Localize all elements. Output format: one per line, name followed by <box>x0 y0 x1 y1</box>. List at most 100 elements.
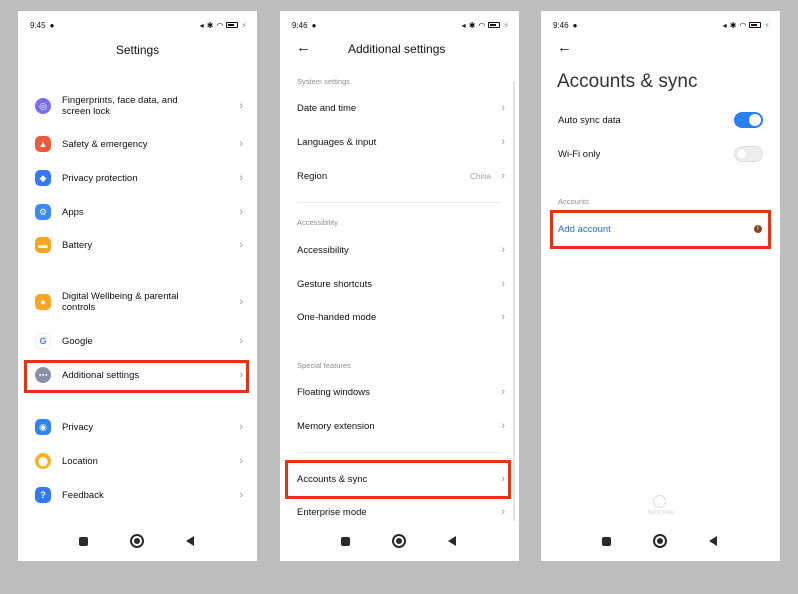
signal-icon: ◂ <box>722 20 727 30</box>
apps-icon: ⚙ <box>35 204 51 220</box>
settings-item-apps[interactable]: ⚙ Apps › <box>18 204 257 220</box>
page-title: Settings <box>115 43 160 57</box>
settings-item-google[interactable]: G Google › <box>18 333 257 349</box>
chevron-right-icon: › <box>501 386 505 398</box>
bluetooth-icon: ✱ <box>206 20 214 30</box>
chevron-right-icon: › <box>239 138 243 150</box>
settings-item-label: Safety & emergency <box>62 138 148 150</box>
settings-item-feedback[interactable]: ? Feedback › <box>18 487 257 503</box>
settings-item-fingerprints[interactable]: ◎ Fingerprints, face data, and screen lo… <box>18 94 257 118</box>
back-arrow-icon[interactable]: ← <box>557 39 572 56</box>
settings-item-label: Gesture shortcuts <box>297 279 372 290</box>
page-title: Accounts & sync <box>557 71 698 92</box>
navigation-bar <box>541 533 780 549</box>
chevron-right-icon: › <box>501 506 505 518</box>
settings-item-label: Google <box>62 335 93 347</box>
settings-item-floating-windows[interactable]: Floating windows <box>297 387 519 398</box>
settings-item-accessibility[interactable]: Accessibility <box>297 245 519 256</box>
chevron-right-icon: › <box>239 100 243 112</box>
settings-item-label: Languages & input <box>297 137 377 148</box>
highlight-box <box>285 460 511 499</box>
signal-icon: ◂ <box>461 20 466 30</box>
chevron-right-icon: › <box>501 278 505 290</box>
settings-item-privacy-protection[interactable]: ◆ Privacy protection › <box>18 170 257 186</box>
chevron-right-icon: › <box>239 489 243 501</box>
status-bar: 9:45 ● ◂ ✱ ◠ ⚡ <box>30 19 247 31</box>
settings-item-privacy[interactable]: ◉ Privacy › <box>18 419 257 435</box>
section-header-system: System settings <box>297 77 350 86</box>
location-icon: ⬤ <box>35 453 51 469</box>
settings-item-label: Battery <box>62 239 93 251</box>
recents-button[interactable] <box>79 537 88 546</box>
home-button[interactable] <box>392 534 406 548</box>
charging-icon: ⚡ <box>241 20 247 30</box>
section-header-special: Special features <box>297 361 351 370</box>
chevron-right-icon: › <box>501 136 505 148</box>
wifi-icon: ◠ <box>739 20 747 30</box>
home-button[interactable] <box>653 534 667 548</box>
settings-item-label: Privacy protection <box>62 172 138 184</box>
auto-sync-toggle[interactable] <box>734 112 763 128</box>
chevron-right-icon: › <box>501 170 505 182</box>
signal-icon: ◂ <box>199 20 204 30</box>
settings-item-one-handed[interactable]: One-handed mode <box>297 312 519 323</box>
settings-item-label: Floating windows <box>297 387 370 398</box>
settings-item-label: Region <box>297 171 328 182</box>
home-button[interactable] <box>130 534 144 548</box>
notification-icon: ● <box>49 20 55 30</box>
settings-item-enterprise-mode[interactable]: Enterprise mode <box>297 507 519 518</box>
settings-item-label: Apps <box>62 206 84 218</box>
status-bar: 9:46 ● ◂ ✱ ◠ ⚡ <box>292 19 509 31</box>
chevron-right-icon: › <box>501 311 505 323</box>
settings-item-label: Memory extension <box>297 421 375 432</box>
battery-status-icon <box>488 22 501 28</box>
chevron-right-icon: › <box>501 244 505 256</box>
back-nav-button[interactable] <box>448 536 456 546</box>
fingerprint-icon: ◎ <box>35 98 51 114</box>
accounts-sync-screen: 9:46 ● ◂ ✱ ◠ ⚡ ← Accounts & sync Auto sync d… <box>541 11 780 561</box>
status-time: 9:46 <box>553 20 569 30</box>
eye-icon: ◉ <box>35 419 51 435</box>
back-nav-button[interactable] <box>186 536 194 546</box>
settings-item-battery[interactable]: ▬ Battery › <box>18 237 257 253</box>
safety-icon: ▲ <box>35 136 51 152</box>
wifi-icon: ◠ <box>478 20 486 30</box>
wifi-only-toggle[interactable] <box>734 146 763 162</box>
chevron-right-icon: › <box>239 296 243 308</box>
chevron-right-icon: › <box>239 335 243 347</box>
region-value: China <box>470 172 491 181</box>
notification-icon: ● <box>311 20 317 30</box>
navigation-bar <box>18 533 257 549</box>
page-title: Additional settings <box>348 42 446 56</box>
settings-item-gestures[interactable]: Gesture shortcuts <box>297 279 519 290</box>
settings-item-languages[interactable]: Languages & input <box>297 137 519 148</box>
chevron-right-icon: › <box>239 421 243 433</box>
sync-now-label[interactable]: Sync now <box>541 510 780 516</box>
settings-item-digital-wellbeing[interactable]: ● Digital Wellbeing & parental controls … <box>18 290 257 314</box>
settings-item-label: Feedback <box>62 489 104 501</box>
settings-item-safety[interactable]: ▲ Safety & emergency › <box>18 136 257 152</box>
settings-item-label: Digital Wellbeing & parental controls <box>62 291 179 313</box>
highlight-box <box>550 210 771 249</box>
charging-icon: ⚡ <box>503 20 509 30</box>
settings-item-label: Date and time <box>297 103 357 114</box>
settings-item-location[interactable]: ⬤ Location › <box>18 453 257 469</box>
scrollbar[interactable] <box>513 81 515 521</box>
recents-button[interactable] <box>341 537 350 546</box>
section-header-accounts: Accounts <box>558 197 589 206</box>
chevron-right-icon: › <box>501 102 505 114</box>
settings-item-memory-extension[interactable]: Memory extension <box>297 421 519 432</box>
bluetooth-icon: ✱ <box>729 20 737 30</box>
status-time: 9:45 <box>30 20 46 30</box>
bluetooth-icon: ✱ <box>468 20 476 30</box>
sync-icon[interactable] <box>653 495 666 508</box>
back-arrow-icon[interactable]: ← <box>296 39 311 56</box>
additional-settings-screen: 9:46 ● ◂ ✱ ◠ ⚡ ← Additional settings System … <box>280 11 519 561</box>
divider <box>297 452 501 453</box>
recents-button[interactable] <box>602 537 611 546</box>
back-nav-button[interactable] <box>709 536 717 546</box>
settings-item-date-time[interactable]: Date and time <box>297 103 519 114</box>
chevron-right-icon: › <box>501 420 505 432</box>
settings-item-label: Privacy <box>62 421 94 433</box>
status-bar: 9:46 ● ◂ ✱ ◠ ⚡ <box>553 19 770 31</box>
